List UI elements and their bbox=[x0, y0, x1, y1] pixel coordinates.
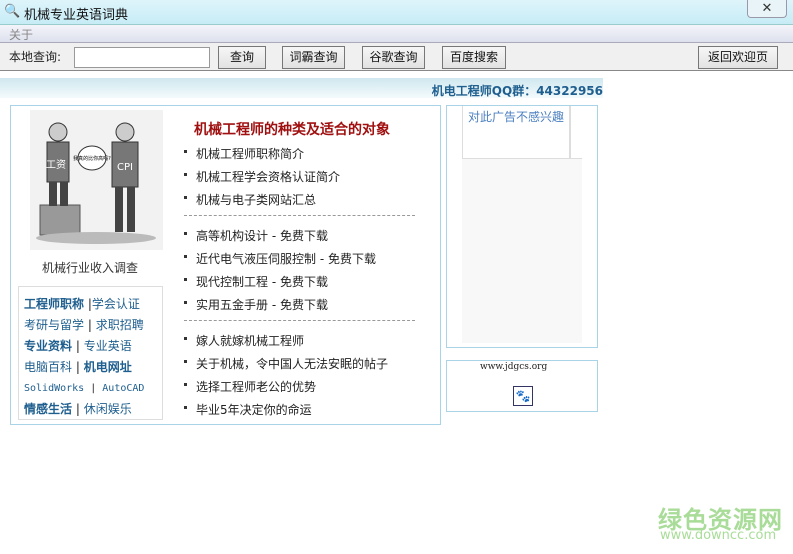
menu-about[interactable]: 关于 bbox=[9, 26, 33, 43]
link-jobs[interactable]: 求职招聘 bbox=[96, 318, 144, 332]
list-item[interactable]: 实用五金手册 - 免费下载 bbox=[184, 296, 376, 319]
app-icon: 🔍 bbox=[4, 4, 21, 19]
watermark-url: www.downcc.com bbox=[660, 528, 777, 543]
link-engineer-title[interactable]: 工程师职称 bbox=[24, 297, 84, 311]
list-item[interactable]: 关于机械，令中国人无法安眠的帖子 bbox=[184, 355, 388, 378]
divider bbox=[184, 215, 415, 216]
list-item[interactable]: 现代控制工程 - 免费下载 bbox=[184, 273, 376, 296]
search-label: 本地查询: bbox=[9, 50, 62, 64]
window-title: 机械专业英语词典 bbox=[24, 8, 129, 23]
article-list-1: 机械工程师职称简介 机械工程学会资格认证简介 机械与电子类网站汇总 bbox=[184, 145, 340, 214]
google-query-button[interactable]: 谷歌查询 bbox=[362, 46, 425, 69]
search-input[interactable] bbox=[74, 47, 210, 68]
ciba-query-button[interactable]: 词霸查询 bbox=[282, 46, 345, 69]
list-item[interactable]: 毕业5年决定你的命运 bbox=[184, 401, 388, 424]
salary-label: 工资 bbox=[46, 159, 66, 171]
toolbar: 本地查询: 查询 词霸查询 谷歌查询 百度搜索 返回欢迎页 bbox=[0, 43, 793, 71]
baidu-paw-icon[interactable]: 🐾 bbox=[513, 386, 533, 406]
query-button[interactable]: 查询 bbox=[218, 46, 266, 69]
baidu-search-button[interactable]: 百度搜索 bbox=[442, 46, 506, 69]
list-item[interactable]: 嫁人就嫁机械工程师 bbox=[184, 332, 388, 355]
link-english[interactable]: 专业英语 bbox=[84, 339, 132, 353]
article-list-2: 高等机构设计 - 免费下载 近代电气液压伺服控制 - 免费下载 现代控制工程 -… bbox=[184, 227, 376, 319]
close-button[interactable]: ✕ bbox=[747, 0, 787, 18]
category-links: 工程师职称 |学会认证 考研与留学 | 求职招聘 专业资料 | 专业英语 电脑百… bbox=[18, 286, 163, 420]
ad-header: 对此广告不感兴趣 bbox=[462, 106, 570, 159]
link-solidworks[interactable]: SolidWorks bbox=[24, 383, 84, 394]
speech-bubble: 我真的比你高吗? bbox=[73, 155, 111, 162]
salary-cartoon[interactable]: 工资 CPI 我真的比你高吗? bbox=[30, 110, 163, 250]
main-heading: 机械工程师的种类及适合的对象 bbox=[194, 122, 390, 138]
divider bbox=[184, 320, 415, 321]
list-item[interactable]: 高等机构设计 - 免费下载 bbox=[184, 227, 376, 250]
link-leisure[interactable]: 休闲娱乐 bbox=[84, 402, 132, 416]
list-item[interactable]: 机械与电子类网站汇总 bbox=[184, 191, 340, 214]
back-welcome-button[interactable]: 返回欢迎页 bbox=[698, 46, 778, 69]
link-websites[interactable]: 机电网址 bbox=[84, 360, 132, 374]
not-interested-link[interactable]: 对此广告不感兴趣 bbox=[468, 108, 564, 125]
link-computer[interactable]: 电脑百科 bbox=[24, 360, 72, 374]
image-caption: 机械行业收入调查 bbox=[42, 261, 139, 275]
qq-group: 机电工程师QQ群：44322956 bbox=[431, 84, 603, 98]
ad-side bbox=[570, 106, 582, 159]
site-panel: www.jdgcs.org 🐾 bbox=[446, 360, 598, 412]
list-item[interactable]: 机械工程师职称简介 bbox=[184, 145, 340, 168]
list-item[interactable]: 近代电气液压伺服控制 - 免费下载 bbox=[184, 250, 376, 273]
article-list-3: 嫁人就嫁机械工程师 关于机械，令中国人无法安眠的帖子 选择工程师老公的优势 毕业… bbox=[184, 332, 388, 424]
list-item[interactable]: 选择工程师老公的优势 bbox=[184, 378, 388, 401]
link-society-cert[interactable]: 学会认证 bbox=[92, 297, 140, 311]
link-study-abroad[interactable]: 考研与留学 bbox=[24, 318, 84, 332]
menu-bar: 关于 bbox=[0, 25, 793, 43]
ad-panel: 对此广告不感兴趣 bbox=[446, 105, 598, 348]
link-life[interactable]: 情感生活 bbox=[24, 402, 72, 416]
ad-area bbox=[462, 158, 582, 343]
cartoon-image: 工资 CPI 我真的比你高吗? bbox=[36, 122, 156, 244]
link-autocad[interactable]: AutoCAD bbox=[102, 383, 144, 394]
list-item[interactable]: 机械工程学会资格认证简介 bbox=[184, 168, 340, 191]
cpi-label: CPI bbox=[117, 162, 133, 173]
title-bar: 🔍 机械专业英语词典 ✕ bbox=[0, 0, 793, 25]
site-url[interactable]: www.jdgcs.org bbox=[480, 362, 547, 372]
link-materials[interactable]: 专业资料 bbox=[24, 339, 72, 353]
